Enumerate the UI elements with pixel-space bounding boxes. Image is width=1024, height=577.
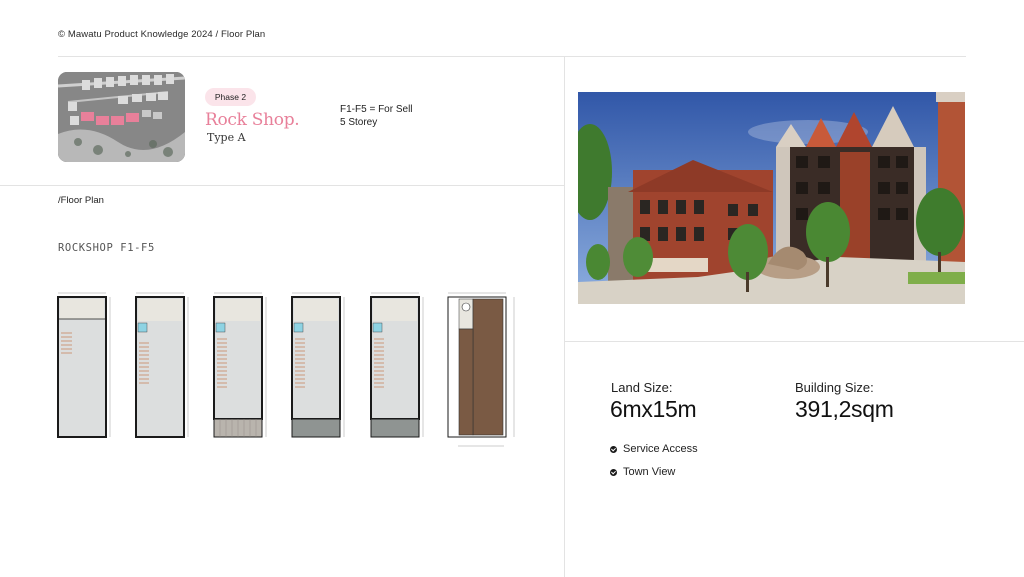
floor-plan-basement [57,292,111,438]
right-divider [564,341,1024,342]
floor-plan-title: ROCKSHOP F1-F5 [58,242,155,254]
land-size-value: 6mx15m [610,396,697,422]
floor-plan-level-3 [370,292,424,438]
spec-storeys: 5 Storey [340,117,378,128]
building-render-image [578,92,965,304]
product-type: Type A [207,131,246,144]
building-size-label: Building Size: [795,380,874,395]
vertical-divider [564,56,565,577]
feature-label: Service Access [623,443,698,455]
floor-plan-ground [135,292,189,438]
top-divider [58,56,966,57]
feature-town-view: Town View [610,466,675,478]
left-divider [0,185,564,186]
spec-ownership: F1-F5 = For Sell [340,104,413,115]
floor-plan-drawings [50,283,530,455]
check-circle-icon [610,445,617,453]
floor-plan-level-1 [213,292,267,438]
feature-service-access: Service Access [610,443,698,455]
floor-plan-level-2 [291,292,345,438]
product-name: Rock Shop. [205,110,300,130]
building-size-value: 391,2sqm [795,396,894,422]
floor-plan-roof [447,292,515,447]
check-circle-icon [610,468,617,476]
land-size-label: Land Size: [611,380,673,395]
phase-badge: Phase 2 [205,88,256,106]
site-plan-thumbnail [58,72,185,162]
feature-label: Town View [623,466,676,478]
breadcrumb: © Mawatu Product Knowledge 2024 / Floor … [58,29,266,40]
section-label: /Floor Plan [58,195,104,206]
